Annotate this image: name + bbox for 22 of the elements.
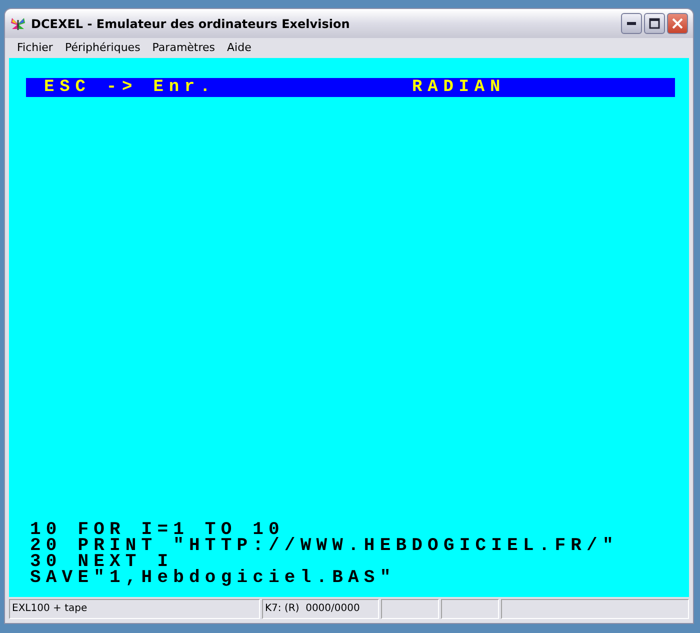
status-panel [381, 599, 439, 619]
window-title: DCEXEL - Emulateur des ordinateurs Exelvision [31, 16, 350, 30]
status-line-text: ESC -> Enr. [44, 78, 217, 97]
code-line: 20 PRINT "HTTP://WWW.HEBDOGICIEL.FR/" [30, 538, 620, 554]
code-line: 30 NEXT I [30, 554, 174, 570]
menu-item[interactable]: Périphériques [64, 40, 140, 54]
maximize-icon [649, 18, 660, 29]
maximize-button[interactable] [644, 13, 665, 34]
menu-item[interactable]: Paramètres [152, 40, 216, 54]
butterfly-icon [10, 16, 26, 30]
code-line: SAVE"1,Hebdogiciel.BAS" [30, 570, 397, 586]
minimize-button[interactable] [621, 13, 642, 34]
status-panel: K7: (R) 0000/0000 [262, 599, 379, 619]
code-line: 10 FOR I=1 TO 10 [30, 522, 284, 538]
status-panel [441, 599, 499, 619]
menu-item[interactable]: Aide [227, 40, 252, 54]
close-button[interactable] [667, 13, 688, 34]
menu-item[interactable]: Fichier [17, 40, 53, 54]
status-line-text: RADIAN [412, 78, 507, 97]
minimize-icon [627, 22, 636, 25]
status-panel: EXL100 + tape [9, 599, 260, 619]
close-icon [672, 18, 683, 29]
